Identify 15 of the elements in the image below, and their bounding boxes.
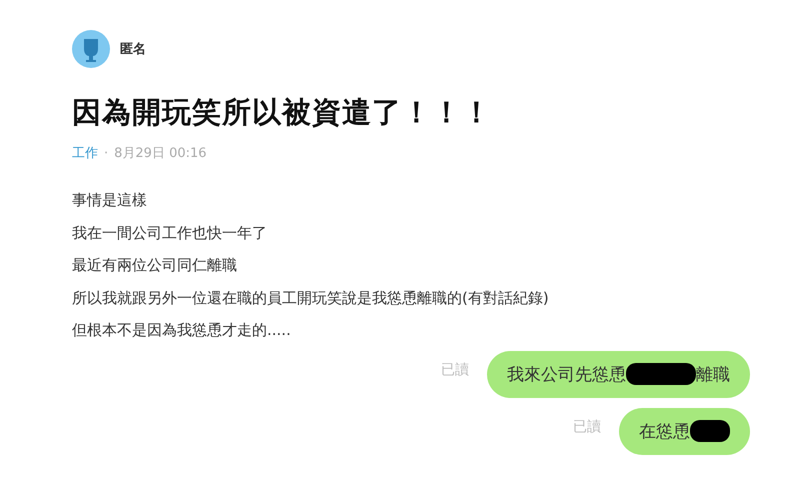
post-date: 8月29日 00:16 [114, 145, 207, 162]
body-text: 所以我就跟另外一位還在職的員工開玩笑說是我慫恿離職的(有對話紀錄) [72, 288, 550, 308]
body-text: 我在一間公司工作也快一年了 [72, 222, 268, 244]
author-name: 匿名 [120, 41, 146, 58]
avatar-icon [72, 30, 110, 68]
read-status: 已讀 [573, 418, 601, 436]
read-status: 已讀 [441, 360, 469, 378]
chat-bubble: 在慫恿 [619, 408, 750, 454]
category-link[interactable]: 工作 [72, 144, 98, 162]
separator: · [104, 146, 108, 160]
chat-bubble: 我來公司先慫恿 離職 [487, 350, 750, 398]
body-text: 事情是這樣 [72, 190, 148, 211]
body-text: 最近有兩位公司同仁離職 [72, 255, 238, 276]
body-text: 但根本不是因為我慫恿才走的..... [72, 320, 292, 341]
post-title: 因為開玩笑所以被資遣了！！！ [72, 94, 493, 131]
